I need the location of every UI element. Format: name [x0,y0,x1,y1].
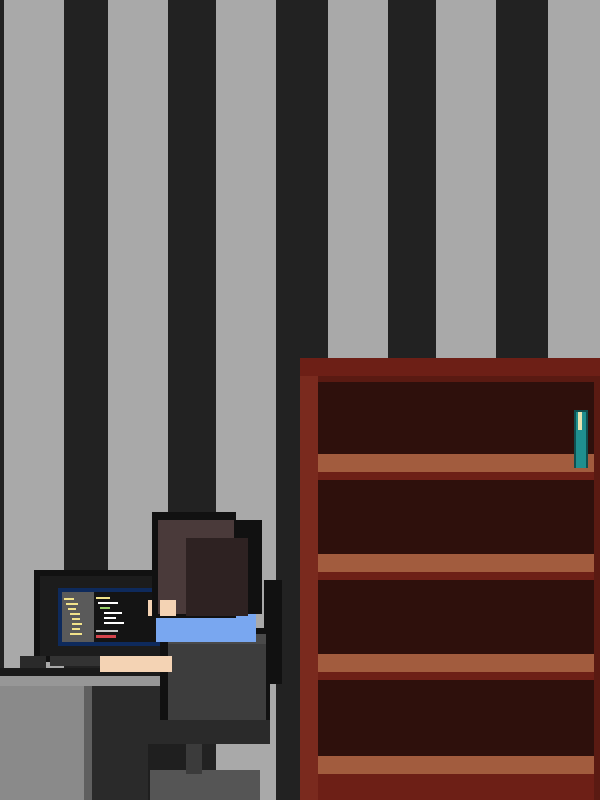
monitor[interactable] [20,570,168,668]
bookshelf[interactable] [300,358,600,800]
book-icon[interactable] [574,410,588,468]
game-scene [0,0,600,800]
scene-canvas [0,0,600,800]
